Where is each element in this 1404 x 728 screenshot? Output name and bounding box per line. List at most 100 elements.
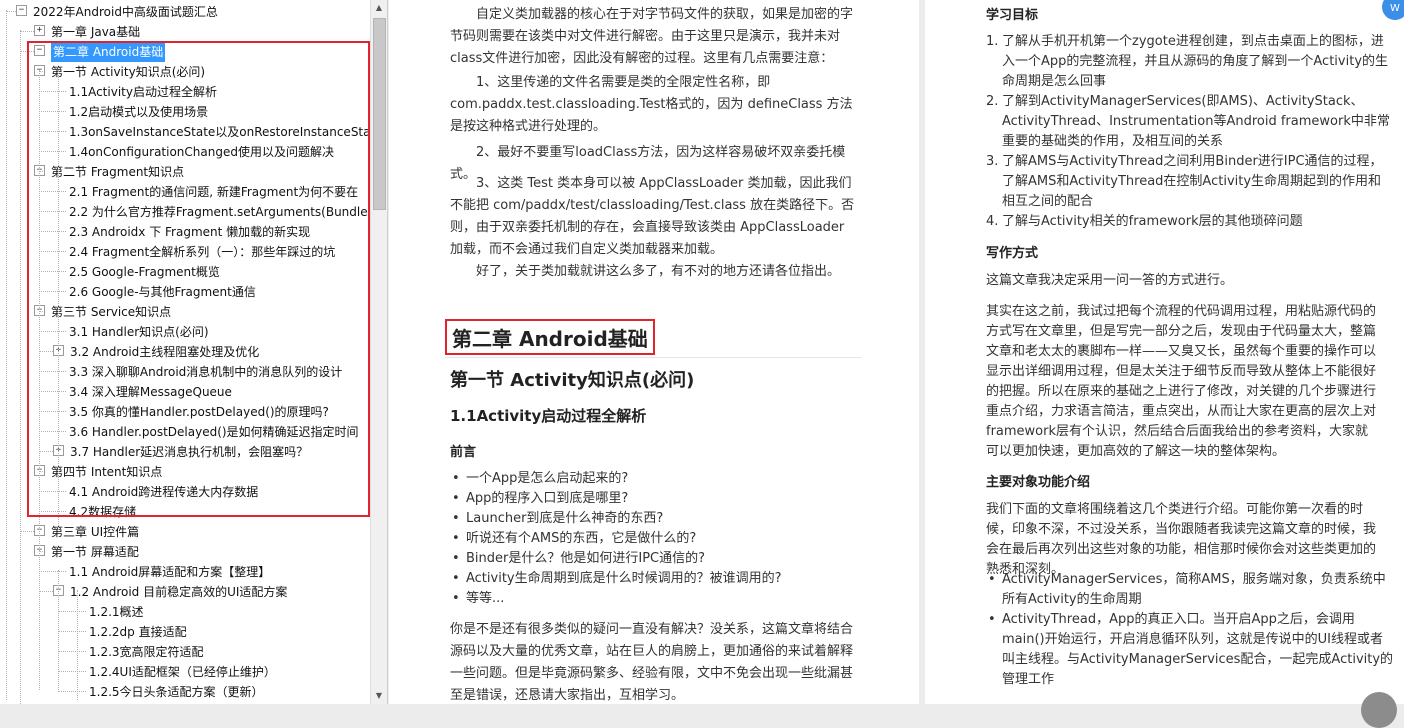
tree-item-label: 3.4 深入理解MessageQueue (69, 384, 232, 399)
note-3: 3、这类 Test 类本身可以被 AppClassLoader 类加载，因此我们… (450, 176, 855, 257)
tree-connector (39, 151, 66, 152)
scroll-down-arrow-icon[interactable]: ▼ (371, 688, 387, 704)
list-item: 2. 了解到ActivityManagerServices(即AMS)、Activ… (986, 92, 1394, 152)
list-item: 1. 了解从手机开机第一个zygote进程创建，到点击桌面上的图标，进入一个App… (986, 32, 1394, 92)
tree-item-label: 第四节 Intent知识点 (51, 464, 163, 479)
tree-item[interactable]: 1.2.2dp 直接适配 (89, 621, 187, 641)
tree-item[interactable]: − 第一节 Activity知识点(必问) (34, 61, 205, 81)
tree-connector (39, 111, 66, 112)
tree-guide-line (58, 70, 59, 530)
tree-connector (39, 351, 53, 352)
list-item-text: 了解AMS与ActivityThread之间利用Binder进行IPC通信的过程… (1002, 154, 1383, 209)
tree-connector (39, 571, 66, 572)
tree-item[interactable]: 3.1 Handler知识点(必问) (69, 321, 209, 341)
tree-scrollbar[interactable]: ▲ ▼ (370, 0, 387, 704)
tree-item-label: 1.2.5今日头条适配方案（更新） (89, 684, 264, 699)
tree-item[interactable]: −2022年Android中高级面试题汇总 (16, 1, 218, 21)
list-item-number: 3. (986, 154, 999, 169)
tree-item[interactable]: − 第三节 Service知识点 (34, 301, 171, 321)
list-item: Binder是什么？他是如何进行IPC通信的? (452, 549, 876, 569)
closing-paragraph: 好了，关于类加载就讲这么多了，有不对的地方还请各位指出。 (476, 264, 841, 279)
tree-guide-line (6, 10, 7, 700)
tree-item[interactable]: 1.2.1概述 (89, 601, 144, 621)
tree-item[interactable]: 1.1Activity启动过程全解析 (69, 81, 217, 101)
section-heading: 第一节 Activity知识点(必问) (450, 370, 695, 391)
tree-item[interactable]: 3.6 Handler.postDelayed()是如何精确延迟指定时间 (69, 421, 359, 441)
tree-item[interactable]: 2.4 Fragment全解析系列（一）：那些年踩过的坑 (69, 241, 335, 261)
list-item-text: 了解与Activity相关的framework层的其他琐碎问题 (1002, 214, 1303, 229)
tree-guide-line (58, 570, 59, 690)
tree-item-label: 3.6 Handler.postDelayed()是如何精确延迟指定时间 (69, 424, 359, 439)
tree-item-label: 2.6 Google-与其他Fragment通信 (69, 284, 256, 299)
tree-connector (21, 531, 34, 532)
list-item: 一个App是怎么启动起来的? (452, 469, 876, 489)
outline-tree-panel[interactable]: −2022年Android中高级面试题汇总 + 第一章 Java基础 − 第二章 And… (0, 0, 388, 704)
tree-item[interactable]: 1.4onConfigurationChanged使用以及问题解决 (69, 141, 334, 161)
tree-item[interactable]: 3.3 深入聊聊Android消息机制中的消息队列的设计 (69, 361, 342, 381)
document-page-middle[interactable]: 自定义类加载器的核心在于对字节码文件的获取，如果是加密的字节码则需要在该类中对文… (389, 0, 919, 704)
objects-bullet-list: ActivityManagerServices，简称AMS，服务端对象，负责系统… (986, 570, 1394, 690)
bottom-paragraph: 你是不是还有很多类似的疑问一直没有解决？没关系，这篇文章将结合源码以及大量的优秀… (450, 622, 854, 703)
intro-block: 自定义类加载器的核心在于对字节码文件的获取，如果是加密的字节码则需要在该类中对文… (450, 4, 860, 70)
tree-connector (39, 431, 66, 432)
tree-item[interactable]: +3.2 Android主线程阻塞处理及优化 (53, 341, 259, 361)
tree-item-label: 1.4onConfigurationChanged使用以及问题解决 (69, 144, 334, 159)
tree-item[interactable]: 2.1 Fragment的通信问题, 新建Fragment为何不要在 (69, 181, 358, 201)
list-item-text: 了解从手机开机第一个zygote进程创建，到点击桌面上的图标，进入一个App的完… (1002, 34, 1389, 89)
tree-connector (39, 251, 66, 252)
tree-connector (58, 611, 86, 612)
tree-item[interactable]: 1.2.4UI适配框架（已经停止维护） (89, 661, 276, 681)
list-item-number: 2. (986, 94, 999, 109)
minus-toggle-icon[interactable]: − (34, 45, 45, 56)
goals-list: 1. 了解从手机开机第一个zygote进程创建，到点击桌面上的图标，进入一个App… (986, 32, 1394, 232)
intro-paragraph: 自定义类加载器的核心在于对字节码文件的获取，如果是加密的字节码则需要在该类中对文… (450, 7, 854, 66)
tree-item[interactable]: 2.2 为什么官方推荐Fragment.setArguments(Bundle (69, 201, 368, 221)
tree-item[interactable]: −1.2 Android 目前稳定高效的UI适配方案 (53, 581, 287, 601)
tree-item-label: 1.2 Android 目前稳定高效的UI适配方案 (70, 584, 288, 599)
scroll-up-arrow-icon[interactable]: ▲ (371, 0, 387, 16)
tree-item[interactable]: 1.2.5今日头条适配方案（更新） (89, 681, 264, 701)
objects-heading: 主要对象功能介绍 (986, 475, 1091, 490)
tree-connector (39, 451, 53, 452)
tree-item[interactable]: 2.6 Google-与其他Fragment通信 (69, 281, 256, 301)
list-item: Launcher到底是什么神奇的东西? (452, 509, 876, 529)
tree-item[interactable]: 3.5 你真的懂Handler.postDelayed()的原理吗? (69, 401, 329, 421)
tree-item[interactable]: − 第二章 Android基础 (34, 41, 166, 62)
tree-item[interactable]: 2.3 Androidx 下 Fragment 懒加载的新实现 (69, 221, 310, 241)
tree-item[interactable]: 1.3onSaveInstanceState以及onRestoreInstanc… (69, 121, 371, 141)
bottom-block: 你是不是还有很多类似的疑问一直没有解决？没关系，这篇文章将结合源码以及大量的优秀… (450, 619, 860, 704)
minus-toggle-icon[interactable]: − (16, 5, 27, 16)
tree-item-label: 第一节 屏幕适配 (51, 544, 139, 559)
tree-connector (58, 691, 86, 692)
tree-item[interactable]: − 第三章 UI控件篇 (34, 521, 139, 541)
tree-item-label: 1.1Activity启动过程全解析 (69, 84, 217, 99)
tree-item-label: 1.2.2dp 直接适配 (89, 624, 187, 639)
objects-block: 我们下面的文章将围绕着这几个类进行介绍。可能你第一次看的时候，印象不深，不过没关… (986, 500, 1378, 580)
tree-item[interactable]: + 第一章 Java基础 (34, 21, 140, 41)
tree-item-label: 3.3 深入聊聊Android消息机制中的消息队列的设计 (69, 364, 343, 379)
tree-item[interactable]: 1.2启动模式以及使用场景 (69, 101, 208, 121)
tree-item-label: 第一节 Activity知识点(必问) (51, 64, 206, 79)
tree-guide-line (77, 590, 78, 700)
tree-scroll-thumb[interactable] (373, 18, 386, 210)
scroll-to-top-icon[interactable] (1361, 692, 1397, 728)
plus-toggle-icon[interactable]: + (34, 25, 45, 36)
tree-item[interactable]: 2.5 Google-Fragment概览 (69, 261, 220, 281)
tree-item[interactable]: 1.1 Android屏幕适配和方案【整理】 (69, 561, 270, 581)
tree-connector (39, 591, 53, 592)
tree-item[interactable]: 1.2.3宽高限定符适配 (89, 641, 204, 661)
list-item: 3. 了解AMS与ActivityThread之间利用Binder进行IPC通信的… (986, 152, 1394, 212)
tree-item[interactable]: +3.7 Handler延迟消息执行机制，会阻塞吗？ (53, 441, 308, 461)
list-item-number: 1. (986, 34, 999, 49)
tree-item[interactable]: 4.1 Android跨进程传递大内存数据 (69, 481, 258, 501)
tree-item[interactable]: − 第二节 Fragment知识点 (34, 161, 184, 181)
list-item-number: 4. (986, 214, 999, 229)
tree-item[interactable]: − 第四节 Intent知识点 (34, 461, 162, 481)
tree-connector (39, 91, 66, 92)
tree-item[interactable]: − 第一节 屏幕适配 (34, 541, 139, 561)
closing-block: 好了，关于类加载就讲这么多了，有不对的地方还请各位指出。 (450, 261, 860, 283)
writing-heading: 写作方式 (986, 246, 1039, 261)
tree-item[interactable]: 3.4 深入理解MessageQueue (69, 381, 232, 401)
document-page-right[interactable]: 学习目标 1. 了解从手机开机第一个zygote进程创建，到点击桌面上的图标，进入… (925, 0, 1404, 704)
tree-item[interactable]: 4.2数据存储 (69, 501, 136, 521)
